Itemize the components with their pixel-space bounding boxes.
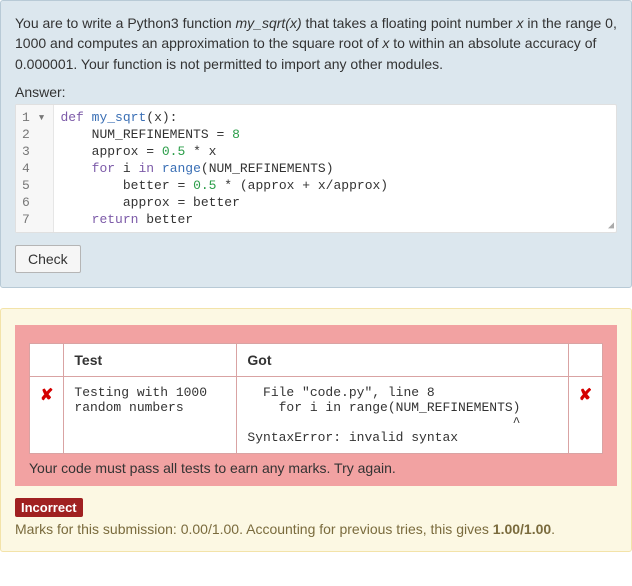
code-line[interactable]: approx = better [60,194,610,211]
answer-label: Answer: [15,84,617,100]
code-line[interactable]: return better [60,211,610,228]
gutter-line: 3 [22,143,45,160]
col-test-header: Test [64,343,237,376]
code-editor[interactable]: 1 ▾2 3 4 5 6 7 def my_sqrt(x): NUM_REFIN… [15,104,617,233]
col-got-header: Got [237,343,568,376]
resize-handle-icon[interactable]: ◢ [604,220,614,230]
code-line[interactable]: better = 0.5 * (approx + x/approx) [60,177,610,194]
col-status-left [30,343,64,376]
gutter-line: 6 [22,194,45,211]
gutter-line: 4 [22,160,45,177]
check-button[interactable]: Check [15,245,81,273]
editor-code[interactable]: def my_sqrt(x): NUM_REFINEMENTS = 8 appr… [54,105,616,232]
gutter-line: 2 [22,126,45,143]
cross-icon: ✘ [30,376,64,453]
code-line[interactable]: NUM_REFINEMENTS = 8 [60,126,610,143]
results-table: Test Got ✘ Testing with 1000 random numb… [29,343,603,454]
incorrect-badge: Incorrect [15,498,83,517]
fail-panel: Test Got ✘ Testing with 1000 random numb… [15,325,617,486]
gutter-line: 7 [22,211,45,228]
gutter-line: 5 [22,177,45,194]
gutter-line: 1 ▾ [22,109,45,126]
feedback-panel: Test Got ✘ Testing with 1000 random numb… [0,308,632,552]
code-line[interactable]: for i in range(NUM_REFINEMENTS) [60,160,610,177]
question-panel: You are to write a Python3 function my_s… [0,0,632,288]
editor-gutter: 1 ▾2 3 4 5 6 7 [16,105,54,232]
col-status-right [568,343,602,376]
question-prompt: You are to write a Python3 function my_s… [15,13,617,74]
table-row: ✘ Testing with 1000 random numbers File … [30,376,603,453]
marks-text: Marks for this submission: 0.00/1.00. Ac… [15,521,617,537]
cross-icon: ✘ [568,376,602,453]
must-pass-text: Your code must pass all tests to earn an… [29,460,603,476]
got-cell: File "code.py", line 8 for i in range(NU… [237,376,568,453]
test-cell: Testing with 1000 random numbers [64,376,237,453]
code-line[interactable]: def my_sqrt(x): [60,109,610,126]
code-line[interactable]: approx = 0.5 * x [60,143,610,160]
